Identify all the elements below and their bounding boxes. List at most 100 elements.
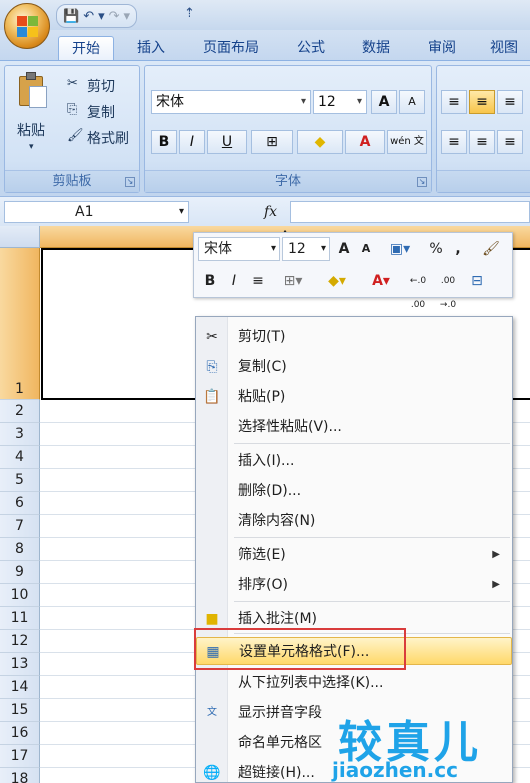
mini-accounting-icon[interactable]: ▣▾ (380, 237, 420, 261)
cut-button[interactable]: 剪切 (87, 76, 115, 96)
mini-merge-center-icon[interactable]: ⊟ (464, 269, 490, 293)
paste-icon[interactable] (17, 72, 47, 108)
menu-item-paste[interactable]: 📋 粘贴(P) (196, 383, 512, 411)
copy-icon: ⎘ (206, 359, 218, 375)
undo-dropdown-icon[interactable]: ▾ (98, 9, 105, 24)
border-button[interactable]: ⊞ (251, 130, 293, 154)
row-header[interactable]: 8 (0, 538, 40, 561)
paste-icon: 📋 (203, 389, 221, 405)
mini-font-color-icon[interactable]: A▾ (362, 269, 400, 293)
underline-button[interactable]: U (207, 130, 247, 154)
mini-font-name-combo[interactable]: 宋体 ▾ (198, 237, 280, 261)
format-painter-button[interactable]: 格式刷 (87, 128, 129, 148)
mini-border-icon[interactable]: ⊞▾ (274, 269, 312, 293)
office-button[interactable] (4, 3, 50, 49)
tab-formulas[interactable]: 公式 (284, 36, 338, 60)
mini-bold-button[interactable]: B (200, 269, 220, 293)
tab-page-layout[interactable]: 页面布局 (188, 36, 274, 60)
menu-item-pick-from-list[interactable]: 从下拉列表中选择(K)... (196, 669, 512, 697)
paste-dropdown-icon[interactable]: ▾ (29, 142, 34, 152)
paste-button[interactable]: 粘贴 (17, 120, 45, 140)
row-header[interactable]: 7 (0, 515, 40, 538)
mini-increase-decimal-button[interactable]: ←.0 .00 (404, 269, 432, 317)
mini-percent-button[interactable]: % (426, 237, 446, 261)
align-middle-button[interactable]: ≡ (469, 90, 495, 114)
menu-item-paste-special[interactable]: 选择性粘贴(V)... (196, 413, 512, 441)
tab-review[interactable]: 审阅 (414, 36, 470, 60)
redo-dropdown-icon[interactable]: ▾ (124, 9, 131, 24)
mini-shrink-font-button[interactable]: A (356, 237, 376, 261)
menu-separator (234, 443, 510, 444)
row-header[interactable]: 14 (0, 676, 40, 699)
align-bottom-button[interactable]: ≡ (497, 90, 523, 114)
customize-qat-icon[interactable]: ⇡ (184, 6, 195, 21)
menu-item-insert[interactable]: 插入(I)... (196, 447, 512, 475)
tab-insert[interactable]: 插入 (124, 36, 178, 60)
copy-icon[interactable]: ⎘ (67, 102, 77, 117)
menu-item-delete[interactable]: 删除(D)... (196, 477, 512, 505)
formula-buttons: fx (196, 201, 277, 223)
insert-function-icon[interactable]: fx (264, 201, 277, 223)
font-launcher-icon[interactable]: ↘ (417, 177, 427, 187)
fill-color-button[interactable]: ◆ (297, 130, 343, 154)
clipboard-launcher-icon[interactable]: ↘ (125, 177, 135, 187)
chevron-down-icon: ▾ (270, 243, 276, 254)
row-header[interactable]: 9 (0, 561, 40, 584)
save-icon[interactable]: 💾 (63, 9, 79, 24)
menu-item-filter[interactable]: 筛选(E) ▶ (196, 541, 512, 569)
row-header[interactable]: 4 (0, 446, 40, 469)
redo-icon[interactable]: ↷ (109, 9, 120, 24)
row-header[interactable]: 13 (0, 653, 40, 676)
phonetic-guide-button[interactable]: wén 文 (387, 130, 427, 154)
font-name-combo[interactable]: 宋体 ▾ (151, 90, 311, 114)
format-painter-icon[interactable]: 🖌 (67, 128, 84, 143)
row-header[interactable]: 2 (0, 400, 40, 423)
row-header[interactable]: 18 (0, 768, 40, 783)
bold-button[interactable]: B (151, 130, 177, 154)
mini-comma-button[interactable]: , (448, 237, 468, 261)
row-header[interactable]: 10 (0, 584, 40, 607)
italic-button[interactable]: I (179, 130, 205, 154)
shrink-font-button[interactable]: A (399, 90, 425, 114)
cut-icon[interactable]: ✂ (67, 76, 78, 91)
menu-item-copy[interactable]: ⎘ 复制(C) (196, 353, 512, 381)
excel-window: 💾 ↶ ▾ ↷ ▾ ⇡ 开始 插入 页面布局 公式 数据 审阅 视图 粘贴 ▾ … (0, 0, 530, 783)
mini-italic-button[interactable]: I (224, 269, 244, 293)
align-center-button[interactable]: ≡ (469, 130, 495, 154)
formula-input[interactable] (290, 201, 530, 223)
menu-item-clear-contents[interactable]: 清除内容(N) (196, 507, 512, 535)
font-color-button[interactable]: A (345, 130, 385, 154)
row-header[interactable]: 15 (0, 699, 40, 722)
mini-font-size-combo[interactable]: 12 ▾ (282, 237, 330, 261)
menu-separator (234, 537, 510, 538)
tab-view[interactable]: 视图 (478, 36, 530, 60)
name-box[interactable]: A1 ▾ (4, 201, 189, 223)
mini-grow-font-button[interactable]: A (334, 237, 354, 261)
mini-decrease-decimal-button[interactable]: .00 →.0 (434, 269, 462, 317)
mini-center-button[interactable]: ≡ (248, 269, 268, 293)
row-header[interactable]: 16 (0, 722, 40, 745)
mini-fill-color-icon[interactable]: ◆▾ (318, 269, 356, 293)
grow-font-button[interactable]: A (371, 90, 397, 114)
tab-home[interactable]: 开始 (58, 36, 114, 60)
align-right-button[interactable]: ≡ (497, 130, 523, 154)
row-header[interactable]: 17 (0, 745, 40, 768)
menu-item-sort[interactable]: 排序(O) ▶ (196, 571, 512, 599)
row-header[interactable]: 3 (0, 423, 40, 446)
row-header[interactable]: 1 (0, 248, 40, 400)
row-header[interactable]: 12 (0, 630, 40, 653)
align-top-button[interactable]: ≡ (441, 90, 467, 114)
select-all-corner[interactable] (0, 226, 40, 248)
row-header[interactable]: 5 (0, 469, 40, 492)
tab-data[interactable]: 数据 (346, 36, 406, 60)
row-header[interactable]: 6 (0, 492, 40, 515)
mini-format-painter-icon[interactable]: 🖌 (478, 237, 504, 261)
row-header[interactable]: 11 (0, 607, 40, 630)
font-name-value: 宋体 (156, 94, 184, 110)
align-left-button[interactable]: ≡ (441, 130, 467, 154)
undo-icon[interactable]: ↶ (83, 9, 94, 24)
menu-item-label: 命名单元格区 (238, 735, 322, 751)
font-size-combo[interactable]: 12 ▾ (313, 90, 367, 114)
menu-item-cut[interactable]: ✂ 剪切(T) (196, 323, 512, 351)
copy-button[interactable]: 复制 (87, 102, 115, 122)
